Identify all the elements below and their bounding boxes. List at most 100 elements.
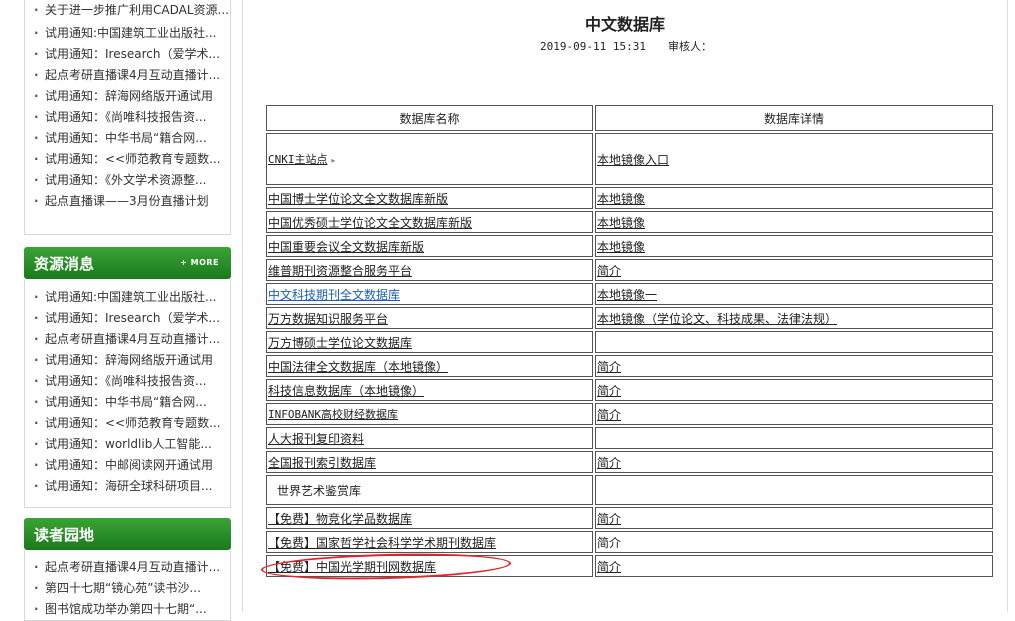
db-detail-link[interactable]: 简介 (597, 456, 621, 470)
db-name-cell: INFOBANK高校财经数据库 (266, 403, 593, 425)
list-item[interactable]: 试用通知：Iresearch（爱学术... (25, 44, 230, 65)
db-detail-link[interactable]: 简介 (597, 264, 621, 278)
list-item[interactable]: 试用通知：<<师范教育专题数... (25, 149, 230, 170)
list-item[interactable]: 试用通知：中邮阅读网开通试用 (25, 455, 230, 476)
column-header-detail: 数据库详情 (595, 105, 993, 131)
news-list: 关于进一步推广利用CADAL资源... 试用通知:中国建筑工业出版社... 试用… (25, 0, 230, 212)
db-name-cell: 万方博硕士学位论文数据库 (266, 331, 593, 353)
db-detail-link[interactable]: 简介 (597, 560, 621, 574)
resource-more-link[interactable]: + MORE (180, 258, 219, 267)
resource-panel-title: 资源消息 (34, 255, 95, 273)
db-name-text: 世界艺术鉴赏库 (277, 483, 362, 498)
list-item[interactable]: 试用通知：<<师范教育专题数... (25, 413, 230, 434)
db-detail-link[interactable]: 本地镜像 (597, 240, 645, 254)
db-name-cell: 全国报刊索引数据库 (266, 451, 593, 473)
db-detail-link[interactable]: 本地镜像一 (597, 288, 657, 302)
db-detail-cell: 简介 (595, 355, 993, 377)
table-row: 科技信息数据库（本地镜像） 简介 (266, 379, 993, 401)
resource-box: 试用通知:中国建筑工业出版社... 试用通知：Iresearch（爱学术... … (24, 279, 231, 508)
table-row: 中文科技期刊全文数据库 本地镜像一 (266, 283, 993, 305)
list-item[interactable]: 起点直播课——3月份直播计划 (25, 191, 230, 212)
reader-list: 起点考研直播课4月互动直播计... 第四十七期“镜心苑”读书沙... 图书馆成功… (25, 550, 230, 620)
list-item[interactable]: 试用通知：《外文学术资源整... (25, 170, 230, 191)
db-name-link[interactable]: 【免费】国家哲学社会科学学术期刊数据库 (268, 536, 496, 550)
db-name-link[interactable]: 中国博士学位论文全文数据库新版 (268, 192, 448, 206)
table-row: 中国优秀硕士学位论文全文数据库新版 本地镜像 (266, 211, 993, 233)
db-detail-cell: 本地镜像入口 (595, 133, 993, 185)
reviewer-label: 审核人： (667, 40, 712, 53)
table-row: 【免费】国家哲学社会科学学术期刊数据库 简介 (266, 531, 993, 553)
db-detail-cell: 本地镜像 (595, 211, 993, 233)
list-item[interactable]: 试用通知：《尚唯科技报告资... (25, 107, 230, 128)
database-table: 数据库名称 数据库详情 CNKI主站点 ▸ 本地镜像入口 中国博士学位论文全文数… (264, 103, 995, 579)
list-item[interactable]: 试用通知：辞海网络版开通试用 (25, 86, 230, 107)
db-name-cell: 科技信息数据库（本地镜像） (266, 379, 593, 401)
db-name-link[interactable]: 万方数据知识服务平台 (268, 312, 388, 326)
db-detail-link[interactable]: 本地镜像 (597, 192, 645, 206)
table-row: 中国重要会议全文数据库新版 本地镜像 (266, 235, 993, 257)
db-name-link[interactable]: 中国重要会议全文数据库新版 (268, 240, 424, 254)
table-row: INFOBANK高校财经数据库 简介 (266, 403, 993, 425)
table-row: 【免费】物竞化学品数据库 简介 (266, 507, 993, 529)
db-name-link[interactable]: CNKI主站点 (268, 153, 328, 166)
table-row: 世界艺术鉴赏库 (266, 475, 993, 505)
cursor-icon: ▸ (331, 156, 336, 165)
list-item[interactable]: 关于进一步推广利用CADAL资源... (25, 2, 230, 23)
reader-box: 起点考研直播课4月互动直播计... 第四十七期“镜心苑”读书沙... 图书馆成功… (24, 550, 231, 621)
db-name-link[interactable]: 维普期刊资源整合服务平台 (268, 264, 412, 278)
list-item[interactable]: 图书馆成功举办第四十七期“... (25, 599, 230, 620)
db-name-link[interactable]: 中国法律全文数据库（本地镜像） (268, 360, 448, 374)
article-meta: 2019-09-11 15:31 审核人： (540, 38, 712, 54)
db-detail-link[interactable]: 本地镜像 (597, 216, 645, 230)
table-row: 维普期刊资源整合服务平台 简介 (266, 259, 993, 281)
table-row: 万方数据知识服务平台 本地镜像（学位论文、科技成果、法律法规） (266, 307, 993, 329)
db-detail-cell: 本地镜像（学位论文、科技成果、法律法规） (595, 307, 993, 329)
db-name-link[interactable]: 全国报刊索引数据库 (268, 456, 376, 470)
list-item[interactable]: 试用通知：中华书局“籍合网... (25, 128, 230, 149)
db-name-link[interactable]: 万方博硕士学位论文数据库 (268, 336, 412, 350)
db-detail-link[interactable]: 简介 (597, 408, 621, 422)
list-item[interactable]: 试用通知：中华书局“籍合网... (25, 392, 230, 413)
db-name-cell: 中国法律全文数据库（本地镜像） (266, 355, 593, 377)
db-name-link[interactable]: 中国优秀硕士学位论文全文数据库新版 (268, 216, 472, 230)
db-name-cell: 维普期刊资源整合服务平台 (266, 259, 593, 281)
list-item[interactable]: 试用通知:中国建筑工业出版社... (25, 23, 230, 44)
column-header-name: 数据库名称 (266, 105, 593, 131)
db-name-link[interactable]: 中文科技期刊全文数据库 (268, 288, 400, 302)
db-detail-cell: 简介 (595, 403, 993, 425)
page-title: 中文数据库 (584, 15, 665, 34)
db-detail-cell: 简介 (595, 507, 993, 529)
table-row: CNKI主站点 ▸ 本地镜像入口 (266, 133, 993, 185)
list-item[interactable]: 试用通知：worldlib人工智能... (25, 434, 230, 455)
db-detail-link[interactable]: 简介 (597, 384, 621, 398)
resource-list: 试用通知:中国建筑工业出版社... 试用通知：Iresearch（爱学术... … (25, 279, 230, 497)
list-item[interactable]: 试用通知：辞海网络版开通试用 (25, 350, 230, 371)
reader-panel-header: 读者园地 (24, 518, 231, 550)
db-detail-cell: 简介 (595, 379, 993, 401)
db-detail-cell: 简介 (595, 259, 993, 281)
list-item[interactable]: 第四十七期“镜心苑”读书沙... (25, 578, 230, 599)
db-detail-cell (595, 475, 993, 505)
table-row: 人大报刊复印资料 (266, 427, 993, 449)
db-detail-cell: 简介 (595, 531, 993, 553)
db-name-link[interactable]: 【免费】物竞化学品数据库 (268, 512, 412, 526)
db-name-link[interactable]: 科技信息数据库（本地镜像） (268, 384, 424, 398)
table-row: 全国报刊索引数据库 简介 (266, 451, 993, 473)
list-item[interactable]: 试用通知:中国建筑工业出版社... (25, 287, 230, 308)
list-item[interactable]: 试用通知：Iresearch（爱学术... (25, 308, 230, 329)
list-item[interactable]: 试用通知：《尚唯科技报告资... (25, 371, 230, 392)
db-detail-cell: 本地镜像一 (595, 283, 993, 305)
list-item[interactable]: 试用通知：海研全球科研项目... (25, 476, 230, 497)
db-detail-link[interactable]: 简介 (597, 512, 621, 526)
list-item[interactable]: 起点考研直播课4月互动直播计... (25, 329, 230, 350)
db-detail-cell (595, 427, 993, 449)
reader-panel-title: 读者园地 (34, 526, 95, 544)
list-item[interactable]: 起点考研直播课4月互动直播计... (25, 557, 230, 578)
db-detail-link[interactable]: 本地镜像（学位论文、科技成果、法律法规） (597, 312, 837, 326)
list-item[interactable]: 起点考研直播课4月互动直播计... (25, 65, 230, 86)
db-detail-cell (595, 331, 993, 353)
db-detail-link[interactable]: 本地镜像入口 (597, 153, 669, 167)
db-name-link[interactable]: INFOBANK高校财经数据库 (268, 408, 398, 421)
db-name-link[interactable]: 人大报刊复印资料 (268, 432, 364, 446)
db-detail-link[interactable]: 简介 (597, 360, 621, 374)
